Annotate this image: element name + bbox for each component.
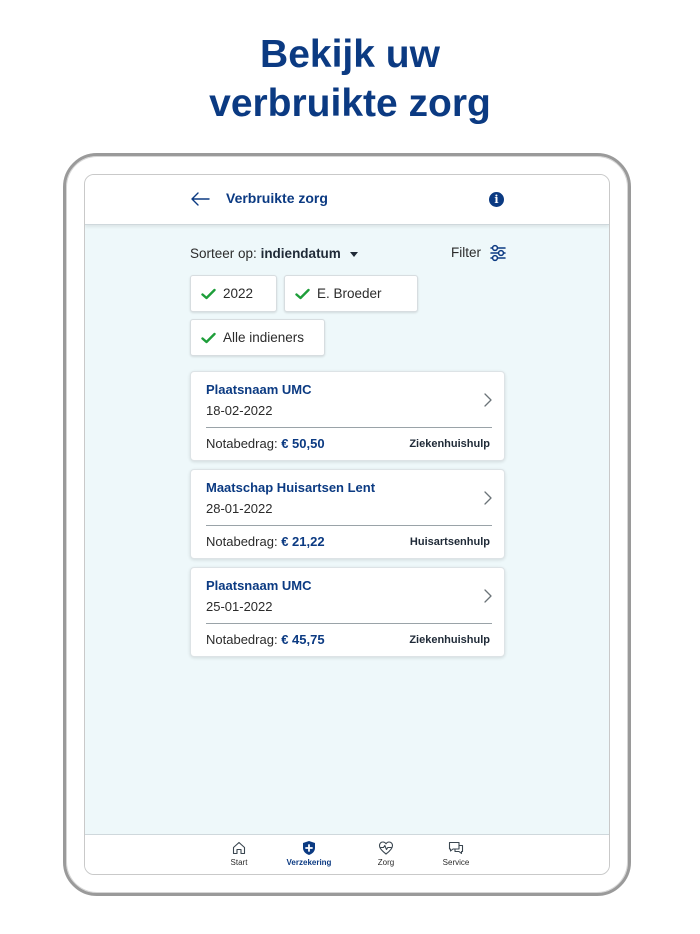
nav-verzekering[interactable]: Verzekering [279,840,339,867]
nav-label: Start [230,858,248,867]
nav-label: Zorg [377,858,395,867]
claim-amount: € 45,75 [281,632,325,647]
claim-amount: € 21,22 [281,534,325,549]
sort-dropdown[interactable]: Sorteer op: indiendatum [190,246,358,261]
chip-label: 2022 [223,286,254,301]
claim-amount-row: Notabedrag: € 50,50 [206,436,325,451]
chevron-right-icon [484,491,492,505]
filter-chip-person[interactable]: E. Broeder [284,275,418,312]
nav-zorg[interactable]: Zorg [356,840,416,867]
claim-card[interactable]: Plaatsnaam UMC 18-02-2022 Notabedrag: € … [190,371,505,461]
sort-filter-row: Sorteer op: indiendatum Filter [190,244,508,264]
sliders-icon[interactable] [489,244,507,262]
arrow-left-icon[interactable] [189,189,211,209]
divider [206,623,492,624]
filter-chip-submitters[interactable]: Alle indieners [190,319,325,356]
checkmark-icon [201,332,216,344]
sort-value: indiendatum [260,246,341,261]
claim-date: 18-02-2022 [206,403,273,418]
chip-label: E. Broeder [317,286,382,301]
chat-bubbles-icon [448,841,464,855]
claim-amount-row: Notabedrag: € 45,75 [206,632,325,647]
page-title: Verbruikte zorg [226,190,328,206]
shield-plus-icon [303,841,315,855]
amount-label: Notabedrag: [206,534,278,549]
amount-label: Notabedrag: [206,632,278,647]
filter-button[interactable]: Filter [451,245,481,260]
chevron-right-icon [484,589,492,603]
claim-category: Ziekenhuishulp [409,438,490,450]
headline-line-1: Bekijk uw [260,33,440,76]
checkmark-icon [295,288,310,300]
claim-amount-row: Notabedrag: € 21,22 [206,534,325,549]
chevron-right-icon [484,393,492,407]
filter-chip-year[interactable]: 2022 [190,275,277,312]
bottom-navigation: Start Verzekering Zorg Service [85,834,609,874]
nav-label: Service [442,858,470,867]
claim-card[interactable]: Maatschap Huisartsen Lent 28-01-2022 Not… [190,469,505,559]
checkmark-icon [201,288,216,300]
chip-label: Alle indieners [223,330,305,345]
nav-service[interactable]: Service [426,840,486,867]
claim-date: 28-01-2022 [206,501,273,516]
top-app-bar: Verbruikte zorg i [85,175,609,225]
heart-pulse-icon [378,841,394,855]
claim-amount: € 50,50 [281,436,325,451]
nav-start[interactable]: Start [209,840,269,867]
headline-line-2: verbruikte zorg [209,82,491,125]
home-icon [232,841,246,855]
marketing-headline: Bekijk uw verbruikte zorg [0,30,700,128]
info-icon[interactable]: i [489,192,504,207]
claim-date: 25-01-2022 [206,599,273,614]
divider [206,525,492,526]
amount-label: Notabedrag: [206,436,278,451]
nav-label: Verzekering [286,858,332,867]
claim-provider: Maatschap Huisartsen Lent [206,480,376,495]
divider [206,427,492,428]
sort-prefix: Sorteer op: [190,246,257,261]
app-screen: Verbruikte zorg i Sorteer op: indiendatu… [84,174,610,875]
claim-category: Ziekenhuishulp [409,634,490,646]
claim-provider: Plaatsnaam UMC [206,382,312,397]
claim-provider: Plaatsnaam UMC [206,578,312,593]
caret-down-icon [349,251,358,257]
claim-category: Huisartsenhulp [409,536,490,548]
claim-card[interactable]: Plaatsnaam UMC 25-01-2022 Notabedrag: € … [190,567,505,657]
